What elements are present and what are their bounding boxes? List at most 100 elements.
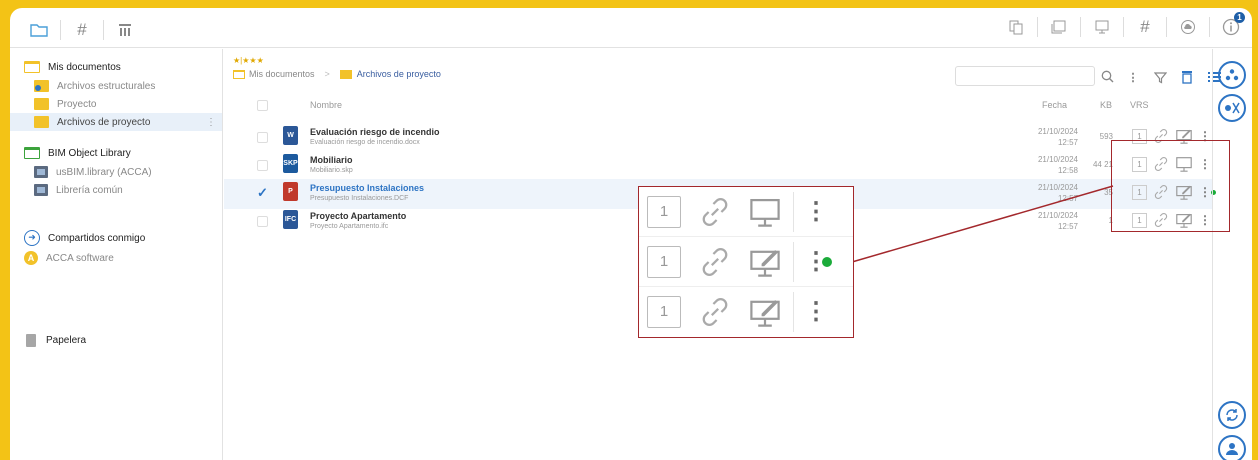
hash-icon[interactable]: # [1134, 16, 1156, 38]
library-folder-icon [24, 147, 40, 159]
sidebar: Mis documentos Archivos estructurales Pr… [10, 49, 223, 460]
link-icon[interactable] [693, 196, 737, 228]
cloud-icon[interactable] [1177, 16, 1199, 38]
file-size: 1 [1108, 216, 1113, 225]
sidebar-item-label: Librería común [56, 184, 123, 196]
library-icon [34, 166, 48, 178]
sidebar-item-compartidos[interactable]: ➜ Compartidos conmigo [24, 229, 214, 247]
file-filename: Evaluación riesgo de incendio.docx [310, 139, 420, 146]
sidebar-item-archivos-de-proyecto[interactable]: Archivos de proyecto ⋮ [10, 113, 222, 131]
zoom-row: 1 ⋮ [639, 287, 853, 337]
filter-icon[interactable] [1150, 66, 1170, 88]
sidebar-item-mis-documentos[interactable]: Mis documentos [24, 58, 214, 76]
file-date: 21/10/2024 12:58 [1037, 155, 1078, 175]
acca-logo-icon: A [24, 251, 38, 265]
file-type-icon: IFC [283, 210, 298, 229]
users-icon[interactable] [1218, 435, 1246, 460]
column-header-fecha[interactable]: Fecha [1042, 100, 1067, 110]
row-checkbox[interactable] [257, 216, 268, 227]
column-header-kb[interactable]: KB [1100, 100, 1112, 110]
column-header-nombre[interactable]: Nombre [310, 100, 342, 110]
sidebar-item-libreria-comun[interactable]: Librería común [34, 181, 214, 199]
library-icon [34, 184, 48, 196]
file-date: 21/10/2024 12:57 [1037, 211, 1078, 231]
app-window: # # 1 Mis documentos Archivos estructura… [10, 8, 1252, 460]
file-type-icon: SKP [283, 154, 298, 173]
share-network-icon[interactable] [1218, 61, 1246, 89]
sync-icon[interactable] [1218, 401, 1246, 429]
folder-icon [233, 69, 245, 79]
check-icon[interactable]: ✓ [257, 185, 268, 201]
edit-icon[interactable] [743, 295, 787, 329]
folder-view-icon[interactable] [28, 19, 50, 41]
file-filename: Proyecto Apartamento.ifc [310, 223, 389, 230]
folder-icon [24, 61, 40, 73]
top-toolbar: # # 1 [10, 8, 1252, 48]
edit-icon[interactable] [743, 245, 787, 279]
row-checkbox[interactable] [257, 160, 268, 171]
folder-icon [34, 98, 49, 110]
folder-icon [339, 69, 352, 79]
file-name[interactable]: Proyecto Apartamento [310, 211, 406, 221]
sidebar-item-archivos-estructurales[interactable]: Archivos estructurales [34, 77, 214, 95]
select-all-checkbox[interactable] [257, 100, 268, 111]
file-date: 21/10/2024 12:57 [1037, 183, 1078, 203]
sidebar-item-papelera[interactable]: Papelera [24, 331, 214, 349]
more-options-icon[interactable]: ⋮ [206, 117, 216, 128]
table-row[interactable]: W Evaluación riesgo de incendio Evaluaci… [224, 123, 1212, 153]
version-badge[interactable]: 1 [647, 195, 681, 228]
sidebar-item-label: Archivos estructurales [57, 80, 156, 92]
zoom-row: 1 ⋮ [639, 237, 853, 287]
file-size: 44 21 [1092, 160, 1113, 169]
file-name[interactable]: Evaluación riesgo de incendio [310, 127, 440, 137]
more-options-icon[interactable]: ⋮ [1123, 66, 1143, 88]
notification-badge: 1 [1234, 12, 1245, 23]
more-options-icon[interactable]: ⋮ [804, 300, 828, 324]
breadcrumb-separator: > [324, 69, 330, 79]
search-icon[interactable] [1095, 66, 1119, 86]
status-dot [822, 256, 832, 267]
table-row[interactable]: SKP Mobiliario Mobiliario.skp 21/10/2024… [224, 151, 1212, 181]
monitor-icon[interactable] [1091, 16, 1113, 38]
sidebar-item-label: usBIM.library (ACCA) [56, 166, 152, 178]
more-options-icon[interactable]: ⋮ [804, 249, 828, 273]
sidebar-item-bim-library[interactable]: BIM Object Library [24, 144, 214, 162]
breadcrumb: Mis documentos > Archivos de proyecto [233, 69, 441, 79]
breadcrumb-current[interactable]: Archivos de proyecto [357, 69, 441, 79]
sidebar-item-usbim-library[interactable]: usBIM.library (ACCA) [34, 163, 214, 181]
sidebar-item-label: Proyecto [57, 98, 97, 110]
file-date: 21/10/2024 12:57 [1037, 127, 1078, 147]
breadcrumb-root[interactable]: Mis documentos [249, 69, 315, 79]
file-name[interactable]: Presupuesto Instalaciones [310, 183, 424, 193]
folder-icon [34, 116, 49, 128]
hash-icon[interactable]: # [71, 19, 93, 41]
table-view-icon[interactable] [114, 19, 136, 41]
file-name[interactable]: Mobiliario [310, 155, 353, 165]
row-checkbox[interactable] [257, 132, 268, 143]
version-badge[interactable]: 1 [647, 296, 681, 328]
trash-icon[interactable] [1177, 66, 1197, 88]
search-input[interactable] [955, 66, 1095, 86]
info-icon[interactable]: 1 [1220, 12, 1245, 38]
right-rail [1212, 49, 1252, 460]
file-type-icon: P [283, 182, 298, 201]
sidebar-item-acca-software[interactable]: A ACCA software [24, 249, 214, 267]
link-icon[interactable] [693, 296, 737, 328]
tools-icon[interactable] [1218, 94, 1246, 122]
copy-icon[interactable] [1005, 16, 1027, 38]
folder-icon [34, 80, 49, 92]
trash-icon [26, 333, 36, 347]
zoom-row: 1 ⋮ [639, 187, 853, 237]
sidebar-item-label: ACCA software [46, 252, 114, 264]
file-type-icon: W [283, 126, 298, 145]
sidebar-item-label: Compartidos conmigo [48, 232, 146, 244]
column-header-vrs[interactable]: VRS [1130, 100, 1149, 110]
monitor-icon[interactable] [743, 195, 787, 229]
link-icon[interactable] [693, 246, 737, 278]
rating-stars[interactable]: ★|★★★ [233, 56, 264, 65]
layers-icon[interactable] [1048, 16, 1070, 38]
highlight-box [1111, 140, 1230, 232]
version-badge[interactable]: 1 [647, 245, 681, 278]
more-options-icon[interactable]: ⋮ [804, 199, 828, 223]
sidebar-item-proyecto[interactable]: Proyecto [34, 95, 214, 113]
